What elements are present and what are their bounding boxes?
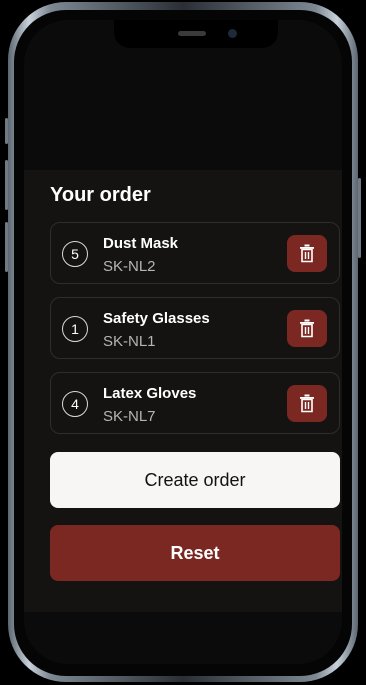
screen-bottom-area (24, 612, 342, 664)
notch (114, 20, 278, 48)
reset-button[interactable]: Reset (50, 525, 340, 581)
create-order-button[interactable]: Create order (50, 452, 340, 508)
item-name: Dust Mask (103, 235, 179, 252)
order-item: 5 Dust Mask SK-NL2 (50, 222, 340, 284)
phone-side-button (5, 118, 8, 144)
item-name: Latex Gloves (103, 385, 197, 402)
order-sheet: Your order 5 Dust Mask SK-NL2 1 Safety G… (24, 170, 342, 612)
trash-icon (300, 394, 314, 413)
item-sku: SK-NL2 (103, 258, 156, 275)
delete-item-button[interactable] (287, 385, 327, 422)
item-sku: SK-NL1 (103, 333, 156, 350)
order-title: Your order (50, 184, 151, 206)
phone-volume-down-button (5, 222, 8, 272)
item-quantity-badge: 5 (62, 241, 88, 267)
delete-item-button[interactable] (287, 310, 327, 347)
item-name: Safety Glasses (103, 310, 210, 327)
phone-power-button (358, 178, 361, 258)
delete-item-button[interactable] (287, 235, 327, 272)
trash-icon (300, 319, 314, 338)
order-item: 1 Safety Glasses SK-NL1 (50, 297, 340, 359)
item-quantity-badge: 4 (62, 391, 88, 417)
front-camera (228, 29, 237, 38)
item-sku: SK-NL7 (103, 408, 156, 425)
phone-volume-up-button (5, 160, 8, 210)
item-quantity-badge: 1 (62, 316, 88, 342)
order-item: 4 Latex Gloves SK-NL7 (50, 372, 340, 434)
trash-icon (300, 244, 314, 263)
speaker-grille (178, 31, 206, 36)
phone-screen: Your order 5 Dust Mask SK-NL2 1 Safety G… (24, 20, 342, 664)
